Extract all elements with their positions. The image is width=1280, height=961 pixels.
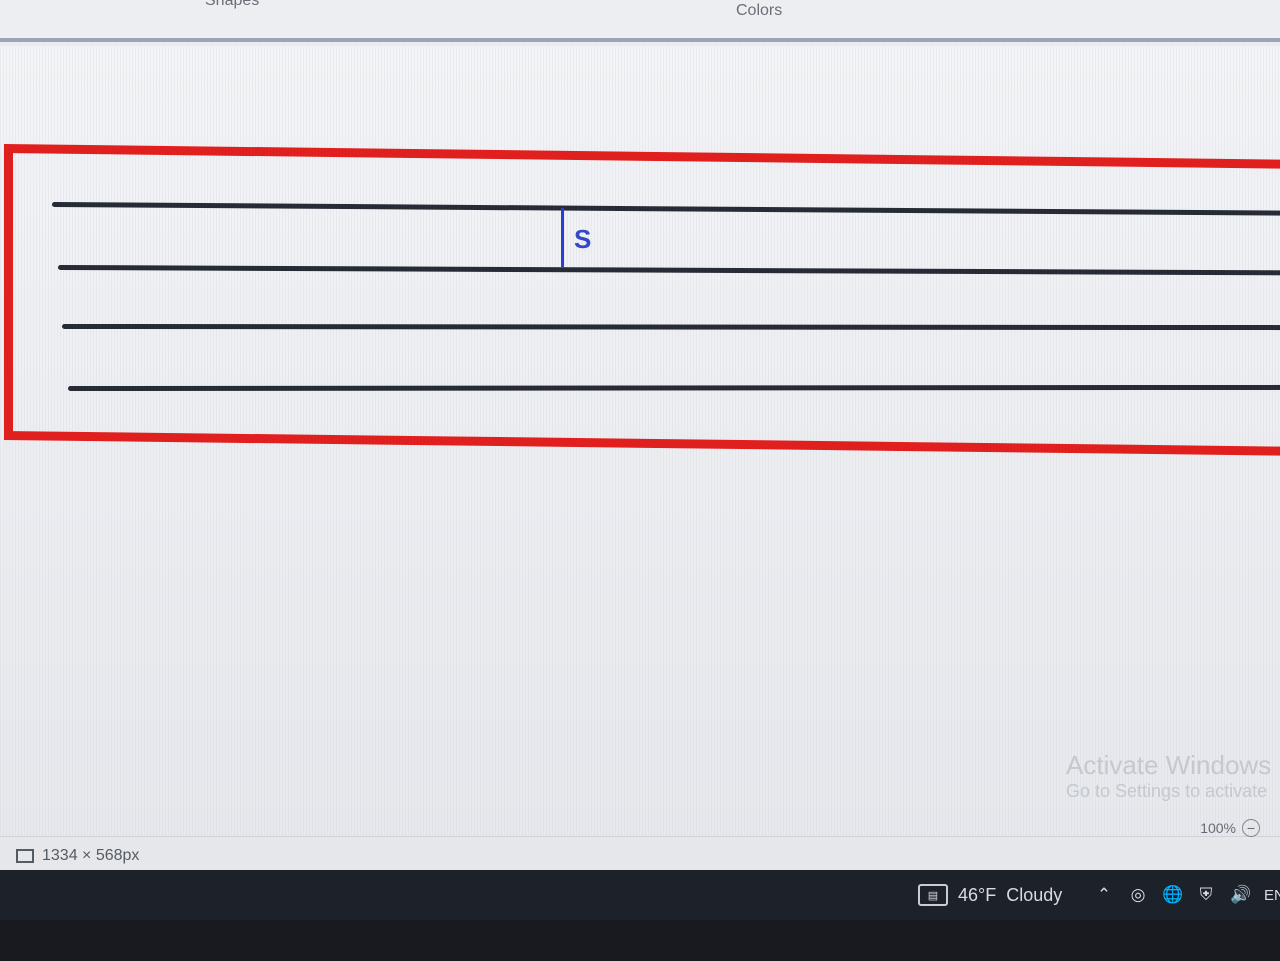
activation-watermark: Activate Windows Go to Settings to activ… (1066, 750, 1271, 803)
watermark-subtitle: Go to Settings to activate (1066, 781, 1268, 802)
text-cursor (561, 208, 564, 268)
selection-rectangle[interactable] (4, 144, 1280, 456)
weather-news-icon: ▤ (918, 884, 948, 906)
network-globe-icon[interactable]: 🌐 (1162, 885, 1183, 905)
zoom-level[interactable]: 100% (1200, 820, 1236, 836)
canvas-text[interactable]: S (574, 224, 591, 255)
staff-line-3 (61, 324, 1280, 331)
watermark-title: Activate Windows (1066, 750, 1272, 780)
canvas-area[interactable]: S Activate Windows Go to Settings to act… (0, 46, 1280, 836)
canvas-size-readout: 1334 × 568px (16, 847, 139, 865)
canvas-dimensions-text: 1334 × 568px (42, 847, 140, 864)
chevron-up-icon[interactable]: ⌃ (1094, 885, 1114, 905)
canvas-size-icon (16, 849, 34, 863)
security-alert-icon[interactable]: ⛨ (1196, 885, 1216, 905)
system-tray: ⌃ ◎ 🌐 ⛨ 🔊 ENG (1094, 870, 1280, 920)
zoom-control: 100% − (1200, 819, 1260, 837)
zoom-out-button[interactable]: − (1242, 819, 1260, 837)
meet-now-icon[interactable]: ◎ (1128, 885, 1148, 905)
colors-group-label[interactable]: Colors (736, 2, 782, 20)
monitor-bezel (0, 920, 1280, 961)
status-bar: 1334 × 568px 100% − (0, 819, 1280, 870)
language-indicator[interactable]: ENG (1264, 887, 1280, 904)
weather-widget[interactable]: ▤ 46°F Cloudy (918, 870, 1062, 920)
taskbar: ▤ 46°F Cloudy ⌃ ◎ 🌐 ⛨ 🔊 ENG (0, 870, 1280, 920)
temperature: 46°F (958, 884, 997, 905)
weather-condition: Cloudy (1006, 884, 1063, 905)
shapes-group-label[interactable]: Shapes (205, 0, 259, 10)
speaker-icon[interactable]: 🔊 (1230, 885, 1251, 905)
ribbon: Shapes Colors (0, 0, 1280, 42)
staff-line-4 (67, 384, 1280, 391)
